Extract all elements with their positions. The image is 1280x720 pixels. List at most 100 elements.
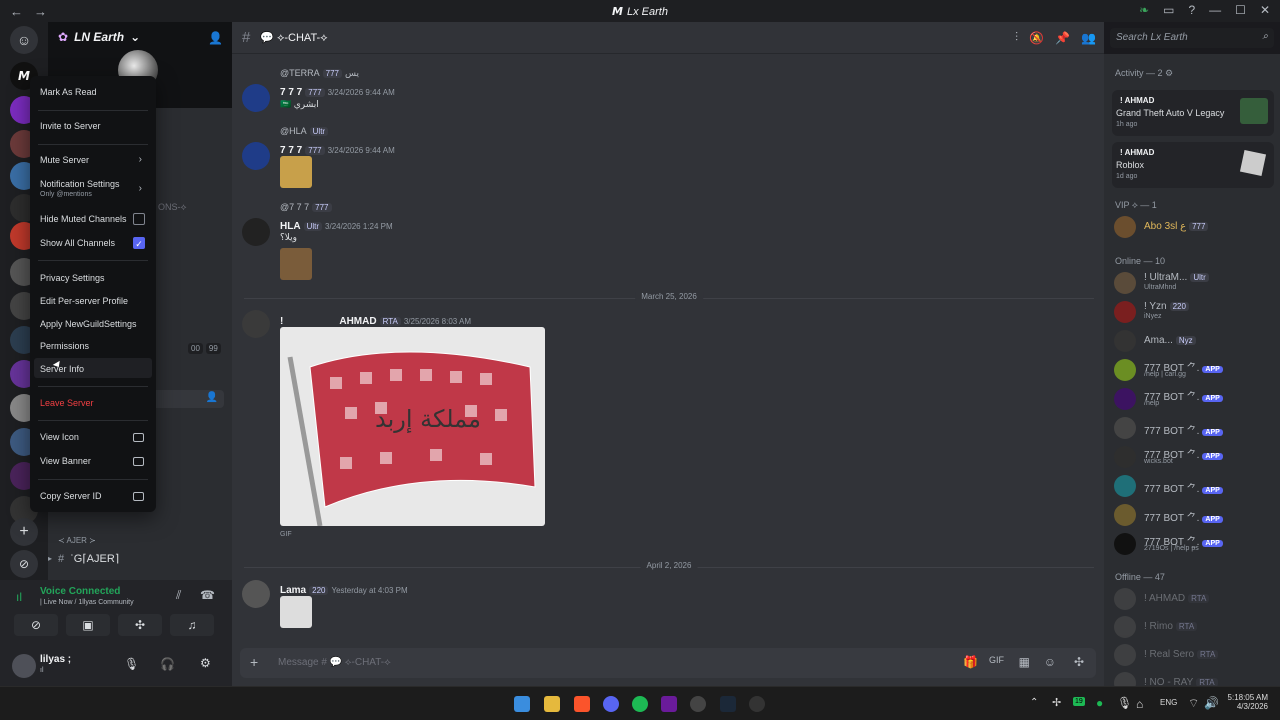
avatar[interactable] bbox=[242, 310, 270, 338]
leave-server-item[interactable]: Leave Server bbox=[40, 398, 94, 408]
sticker-image[interactable] bbox=[280, 248, 312, 280]
notifications-muted-icon[interactable]: 🔕 bbox=[1029, 31, 1044, 45]
steam-icon[interactable] bbox=[720, 696, 736, 712]
brave-browser-icon[interactable] bbox=[574, 696, 590, 712]
mic-icon[interactable]: 🎙 bbox=[124, 657, 139, 671]
privacy-settings-item[interactable]: Privacy Settings bbox=[40, 273, 105, 283]
user-name[interactable]: lilyas ; bbox=[40, 654, 71, 665]
sticker-image[interactable] bbox=[280, 156, 312, 188]
screenshare-button[interactable]: ▣ bbox=[66, 614, 110, 636]
gear-icon[interactable]: ⚙ bbox=[1165, 68, 1173, 78]
clock[interactable]: 5:18:05 AM 4/3/2026 bbox=[1222, 693, 1268, 711]
xbox-icon[interactable] bbox=[749, 696, 765, 712]
member-row-offline[interactable]: ! Real Sero RTA bbox=[1104, 642, 1280, 668]
discord-icon[interactable] bbox=[603, 696, 619, 712]
file-explorer-icon[interactable] bbox=[544, 696, 560, 712]
network-icon[interactable]: ⌂ bbox=[1136, 697, 1143, 711]
windows-start-icon[interactable] bbox=[514, 696, 530, 712]
close-icon[interactable]: ✕ bbox=[1260, 3, 1270, 17]
hide-muted-checkbox[interactable] bbox=[133, 213, 145, 225]
show-all-checkbox[interactable]: ✓ bbox=[133, 237, 145, 249]
voice-channel-info[interactable]: | Live Now / 1llyas Community bbox=[40, 599, 134, 606]
camera-button[interactable]: ⊘ bbox=[14, 614, 58, 636]
inbox-icon[interactable]: ▭ bbox=[1163, 3, 1174, 17]
threads-icon[interactable]: ⫶ bbox=[1015, 30, 1018, 45]
emoji-icon[interactable]: ☺ bbox=[1044, 655, 1056, 669]
avatar[interactable] bbox=[242, 84, 270, 112]
activity-card[interactable]: ! AHMAD Grand Theft Auto V Legacy 1h ago bbox=[1112, 90, 1274, 136]
member-row[interactable]: 777 BOT ⺈. APP 2719Os | /help ᵽs bbox=[1104, 531, 1280, 557]
message-input-bar[interactable]: + Message # 💬 ⟡-CHAT-⟡ 🎁 GIF ▦ ☺ ✣ bbox=[240, 648, 1096, 678]
help-icon[interactable]: ? bbox=[1188, 3, 1195, 17]
spotify-tray-icon[interactable]: ● bbox=[1096, 696, 1103, 710]
tray-chevron-icon[interactable]: ⌃ bbox=[1030, 697, 1038, 708]
invite-item[interactable]: Invite to Server bbox=[40, 121, 101, 131]
member-row[interactable]: 777 BOT ⺈. APP/help bbox=[1104, 386, 1280, 412]
avatar[interactable] bbox=[242, 580, 270, 608]
server-info-item[interactable]: Server Info bbox=[40, 364, 84, 374]
search-input[interactable]: Search Lx Earth ⌕ bbox=[1110, 28, 1274, 48]
permissions-item[interactable]: Permissions bbox=[40, 341, 89, 351]
member-row-offline[interactable]: ! Rimo RTA bbox=[1104, 614, 1280, 640]
channel-ajer[interactable]: ▸ # ʿG⌈AJER⌉ bbox=[48, 552, 119, 566]
member-row[interactable]: 777 BOT ⺈. APP wicks.bot bbox=[1104, 444, 1280, 470]
view-icon-item[interactable]: View Icon bbox=[40, 432, 79, 442]
reply-preview[interactable]: @7 7 7 777 bbox=[280, 202, 335, 212]
reply-preview[interactable]: @HLA Ultr bbox=[280, 126, 331, 136]
home-button[interactable]: ☺ bbox=[10, 26, 38, 54]
settings-gear-icon[interactable]: ⚙ bbox=[200, 656, 211, 670]
disconnect-icon[interactable]: ☎ bbox=[200, 588, 215, 602]
sticker-icon[interactable]: ▦ bbox=[1019, 655, 1030, 669]
member-row[interactable]: 777 BOT ⺈. APP bbox=[1104, 502, 1280, 528]
activity-card[interactable]: ! AHMAD Roblox 1d ago bbox=[1112, 142, 1274, 188]
maximize-icon[interactable]: ☐ bbox=[1235, 3, 1246, 17]
edit-profile-item[interactable]: Edit Per-server Profile bbox=[40, 296, 128, 306]
language-indicator[interactable]: ENG bbox=[1160, 698, 1177, 707]
volume-icon[interactable]: 🔊 bbox=[1204, 696, 1219, 710]
members-list-icon[interactable]: 👥 bbox=[1081, 31, 1096, 45]
avatar[interactable] bbox=[242, 142, 270, 170]
gif-picker-icon[interactable]: GIF bbox=[989, 655, 1004, 665]
pin-icon[interactable]: 📌 bbox=[1055, 31, 1070, 45]
show-all-channels-item[interactable]: Show All Channels bbox=[40, 238, 115, 248]
headphones-icon[interactable]: 🎧 bbox=[160, 657, 175, 671]
member-row[interactable]: ! UltraM... Ultr UltraMhnd bbox=[1104, 270, 1280, 296]
minimize-icon[interactable]: — bbox=[1209, 3, 1221, 17]
add-server-icon[interactable]: + bbox=[10, 518, 38, 546]
category-ajer[interactable]: ≺ AJER ≻ bbox=[58, 536, 96, 545]
gif-image[interactable]: مملكة إربد bbox=[280, 327, 545, 526]
user-avatar[interactable] bbox=[12, 654, 36, 678]
activities-button[interactable]: ✣ bbox=[118, 614, 162, 636]
nzxt-icon[interactable] bbox=[661, 696, 677, 712]
member-row[interactable]: 777 BOT ⺈. APP bbox=[1104, 415, 1280, 441]
tray-badge[interactable]: 19 bbox=[1073, 697, 1085, 706]
member-row[interactable]: Ama... Nyz bbox=[1104, 328, 1280, 354]
view-banner-item[interactable]: View Banner bbox=[40, 456, 91, 466]
reply-preview[interactable]: @TERRA 777 يس bbox=[280, 68, 359, 79]
server-name[interactable]: ✿ LN Earth ⌄ bbox=[58, 30, 140, 44]
apps-icon[interactable]: ✣ bbox=[1074, 655, 1084, 669]
add-member-icon[interactable]: 👤 bbox=[208, 31, 223, 45]
slack-icon[interactable]: ✢ bbox=[1052, 696, 1061, 709]
sticker-image[interactable] bbox=[280, 596, 312, 628]
member-row[interactable]: 777 BOT ⺈. APP bbox=[1104, 473, 1280, 499]
copy-server-id-item[interactable]: Copy Server ID bbox=[40, 491, 102, 501]
discover-icon[interactable]: ⊘ bbox=[10, 550, 38, 578]
hide-muted-item[interactable]: Hide Muted Channels bbox=[40, 214, 127, 224]
member-row[interactable]: ! Yzn 220 iNyez bbox=[1104, 299, 1280, 325]
mic-tray-icon[interactable]: 🎙 bbox=[1117, 696, 1132, 710]
gift-icon[interactable]: 🎁 bbox=[963, 655, 978, 669]
member-row-offline[interactable]: ! AHMAD RTA bbox=[1104, 586, 1280, 612]
notification-settings-item[interactable]: Notification Settings Only @mentions bbox=[40, 179, 120, 198]
member-row[interactable]: Abo 3sl ع 777 bbox=[1104, 214, 1280, 240]
selected-voice-channel[interactable]: 👤 bbox=[152, 390, 224, 408]
member-row-offline[interactable]: ! NO - RAY RTA bbox=[1104, 670, 1280, 686]
attach-plus-icon[interactable]: + bbox=[250, 654, 258, 670]
settings-app-icon[interactable] bbox=[690, 696, 706, 712]
mark-as-read-item[interactable]: Mark As Read bbox=[40, 87, 97, 97]
apply-settings-item[interactable]: Apply NewGuildSettings bbox=[40, 319, 137, 329]
message-input[interactable]: Message # 💬 ⟡-CHAT-⟡ bbox=[278, 657, 391, 668]
avatar[interactable] bbox=[242, 218, 270, 246]
wifi-icon[interactable]: ⌔ bbox=[1188, 696, 1199, 711]
member-row[interactable]: 777 BOT ⺈. APP/help | carl.gg bbox=[1104, 357, 1280, 383]
